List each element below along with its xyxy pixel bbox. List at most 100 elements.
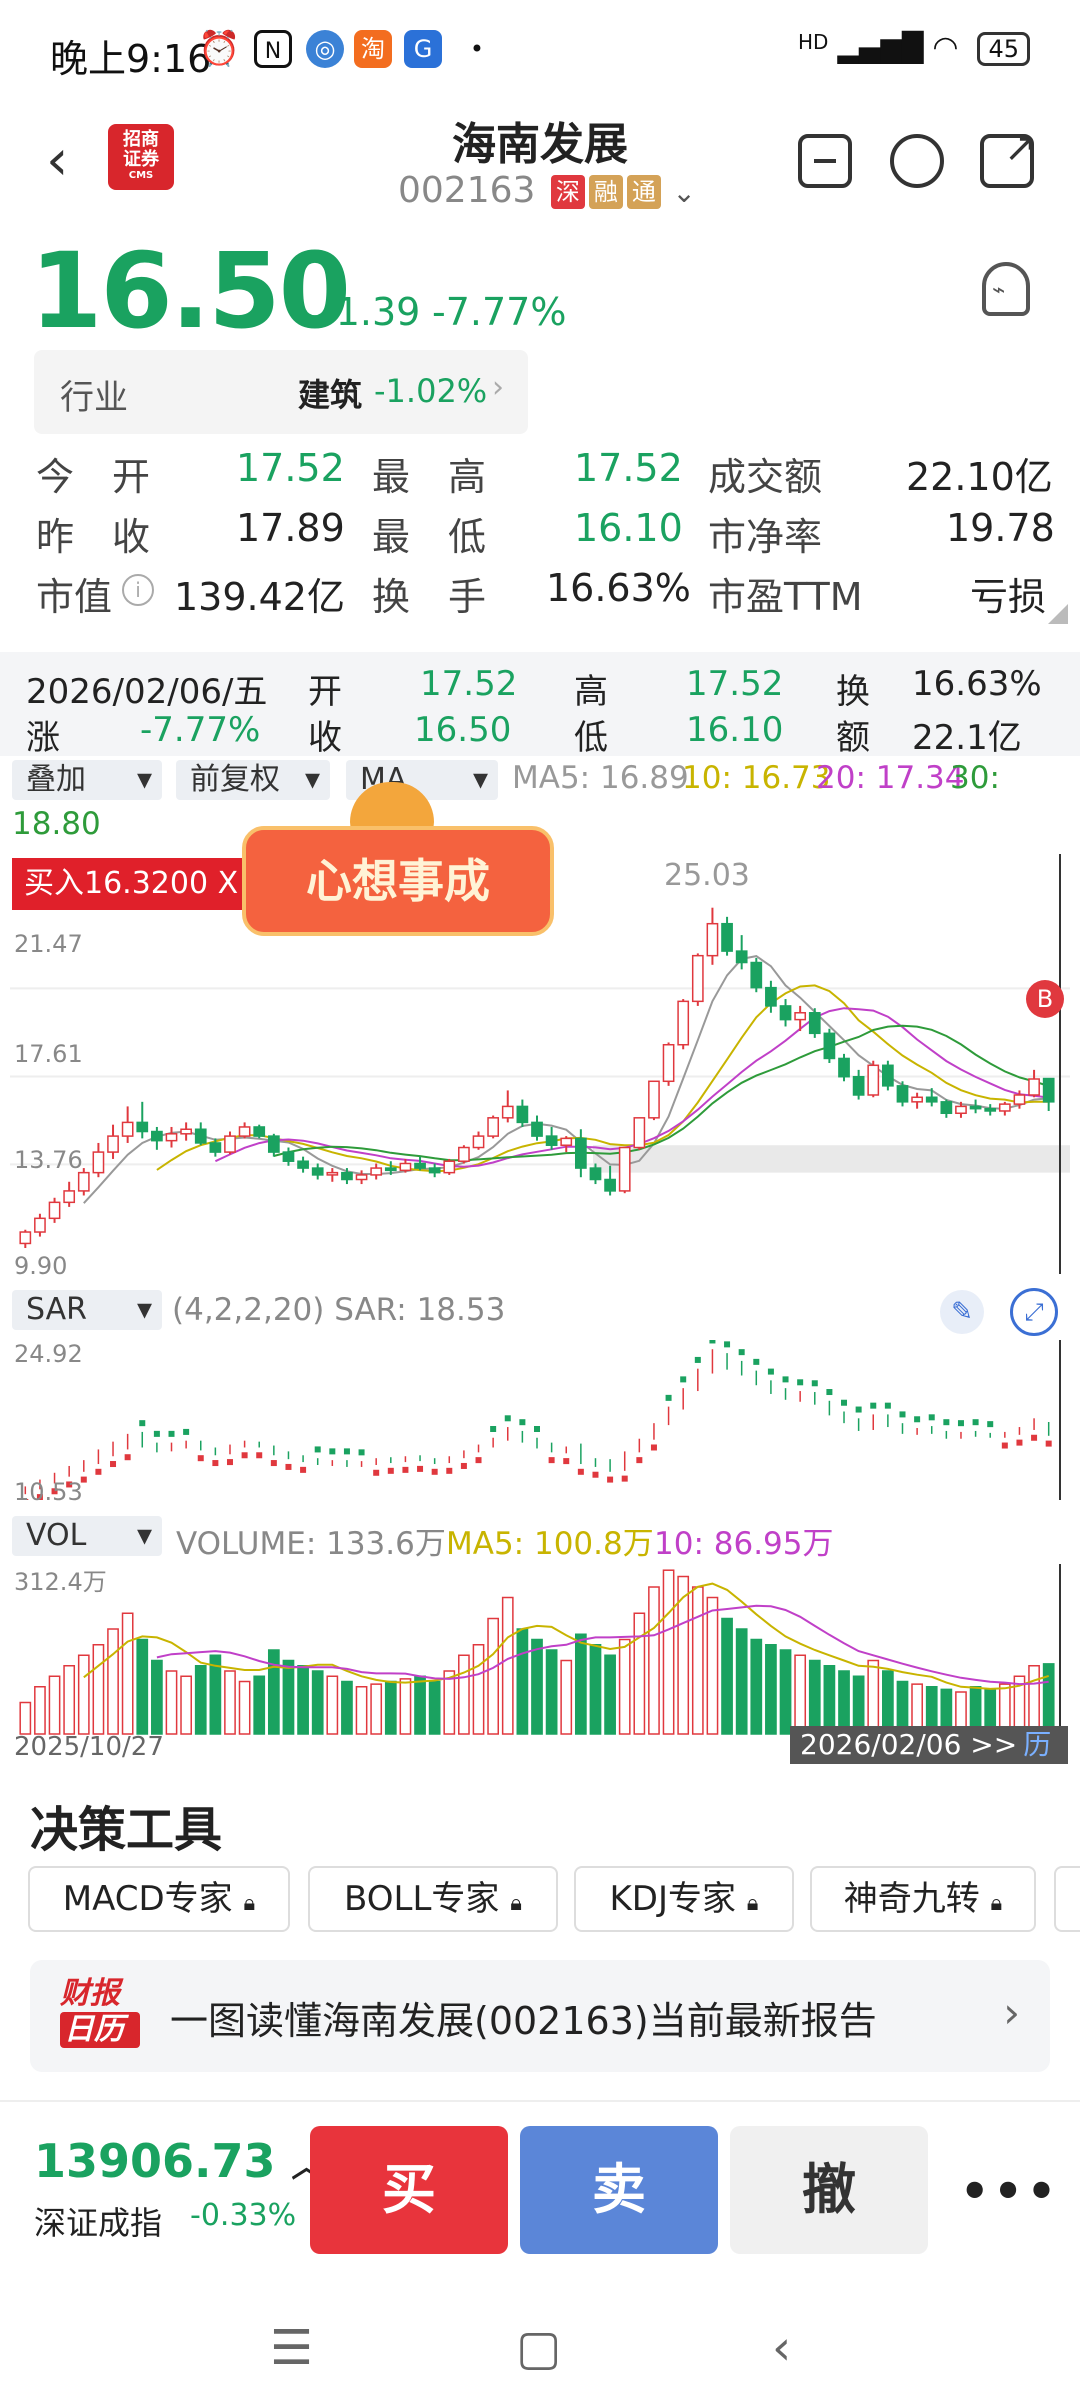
candle-body <box>1028 1078 1040 1096</box>
vol-select[interactable]: VOL ▾ <box>12 1516 162 1556</box>
tool-kdj[interactable]: KDJ专家 🔒︎ <box>574 1866 794 1932</box>
sar-dot <box>577 1468 584 1475</box>
volume-bar <box>297 1665 309 1735</box>
sar-select[interactable]: SAR ▾ <box>12 1290 162 1330</box>
kline-y-13: 13.76 <box>14 1146 83 1174</box>
volume-bar <box>224 1670 236 1735</box>
volume-bar <box>384 1680 397 1735</box>
info-icon[interactable]: i <box>122 574 154 606</box>
cancel-button[interactable]: 撤 <box>730 2126 928 2254</box>
candle-body <box>969 1105 982 1110</box>
edit-icon[interactable]: ✎ <box>940 1290 984 1334</box>
day-low: 16.10 <box>686 710 784 750</box>
candle-body <box>472 1135 485 1149</box>
minus-square-icon[interactable] <box>798 134 852 188</box>
kline-y-21: 21.47 <box>14 930 83 958</box>
caret-down-icon: ▾ <box>304 762 320 797</box>
tool-more-edge[interactable] <box>1054 1866 1080 1932</box>
sar-dot <box>534 1425 540 1432</box>
more-icon[interactable]: ••• <box>960 2164 1060 2218</box>
sar-dot <box>694 1356 701 1363</box>
sar-dot <box>811 1380 818 1387</box>
industry-chip[interactable]: 行业 建筑 -1.02% › <box>34 350 528 434</box>
alert-bell-icon[interactable]: ⌁ <box>982 262 1030 316</box>
promo-banner[interactable]: 心想事成 <box>242 826 554 936</box>
tool-boll[interactable]: BOLL专家 🔒︎ <box>308 1866 558 1932</box>
wifi-icon: ◠ <box>932 30 959 65</box>
volume-bar <box>516 1628 529 1735</box>
candle-body <box>867 1064 880 1096</box>
sar-top: 24.92 <box>14 1340 83 1368</box>
fullscreen-icon[interactable]: ⤢ <box>1010 1288 1058 1336</box>
b-marker[interactable]: B <box>1026 980 1064 1018</box>
candle-body <box>604 1178 616 1192</box>
buy-marker[interactable]: 买入16.3200 X <box>12 858 242 910</box>
mcap-value: 139.42亿 <box>174 575 345 619</box>
caret-down-icon: ▾ <box>136 762 152 797</box>
prev-close-label: 昨 收 <box>36 515 151 559</box>
volume-bar <box>618 1638 631 1735</box>
candle-body <box>326 1171 339 1176</box>
day-high-label: 高 <box>574 672 608 712</box>
day-date: 2026/02/06/五 <box>26 672 268 712</box>
day-chg-label: 涨 <box>26 718 60 758</box>
candle-body <box>399 1162 412 1172</box>
candle-body <box>677 1000 690 1046</box>
volume-bar <box>501 1596 514 1735</box>
index-value[interactable]: 13906.73 ︿ <box>34 2134 322 2188</box>
sar-dot <box>124 1454 131 1461</box>
report-banner[interactable]: 财报 日历 一图读懂海南发展(002163)当前最新报告 › <box>30 1960 1050 2072</box>
sar-dot <box>621 1475 628 1482</box>
adjust-select[interactable]: 前复权 ▾ <box>176 760 330 800</box>
index-pct: -0.33% <box>190 2198 297 2233</box>
sar-dot <box>183 1428 190 1435</box>
day-summary: 2026/02/06/五 开 17.52 高 17.52 换 16.63% 涨 … <box>0 652 1080 758</box>
sar-dot <box>1045 1440 1052 1447</box>
tool-nine[interactable]: 神奇九转 🔒︎ <box>810 1866 1036 1932</box>
ma30-value: 18.80 <box>12 806 101 842</box>
volume-bar <box>34 1686 46 1735</box>
sar-dot <box>738 1349 745 1356</box>
candle-body <box>136 1121 149 1133</box>
sell-button[interactable]: 卖 <box>520 2126 718 2254</box>
candle-body <box>355 1174 368 1181</box>
sar-chart <box>22 1340 1061 1500</box>
calendar-bottom-text: 日历 <box>60 2012 140 2048</box>
candle-body <box>92 1151 105 1174</box>
candle-body <box>765 986 777 1007</box>
chevron-right-icon: › <box>492 370 504 405</box>
vol-label: VOL <box>26 1518 87 1553</box>
lock-icon: 🔒︎ <box>990 1891 1003 1916</box>
candle-body <box>121 1121 134 1137</box>
candle-body <box>633 1117 646 1149</box>
sar-dot <box>270 1460 277 1467</box>
sar-dot <box>446 1467 453 1474</box>
vol-end-date[interactable]: 2026/02/06 >> 历 <box>790 1726 1068 1764</box>
tool-macd[interactable]: MACD专家 🔒︎ <box>28 1866 290 1932</box>
volume-bar <box>560 1659 573 1735</box>
search-icon[interactable] <box>890 134 944 188</box>
expand-corner-icon[interactable] <box>1048 604 1068 624</box>
history-link[interactable]: 历 <box>1023 1728 1051 1761</box>
sar-dot <box>139 1420 146 1427</box>
share-icon[interactable]: ↗ <box>980 128 1038 188</box>
candle-body <box>706 922 719 957</box>
tools-title: 决策工具 <box>30 1802 223 1858</box>
sar-dot <box>519 1419 526 1426</box>
buy-button[interactable]: 买 <box>310 2126 508 2254</box>
candle-body <box>224 1135 236 1153</box>
sar-dot <box>767 1368 774 1375</box>
candle-body <box>487 1117 500 1137</box>
home-nav-icon[interactable]: ▢ <box>516 2320 561 2376</box>
network-label: HD <box>797 30 829 54</box>
caret-down-icon: ▾ <box>472 762 488 797</box>
candle-body <box>531 1121 543 1137</box>
volume-bar <box>765 1644 777 1735</box>
candle-body <box>618 1146 631 1192</box>
menu-nav-icon[interactable]: ☰ <box>270 2320 313 2376</box>
volume-bar <box>808 1659 821 1735</box>
back-nav-icon[interactable]: ‹ <box>772 2320 791 2376</box>
stock-code-line[interactable]: 002163 深融通 ⌄ <box>398 170 696 211</box>
volume-bar <box>428 1680 441 1735</box>
overlay-select[interactable]: 叠加 ▾ <box>12 760 162 800</box>
